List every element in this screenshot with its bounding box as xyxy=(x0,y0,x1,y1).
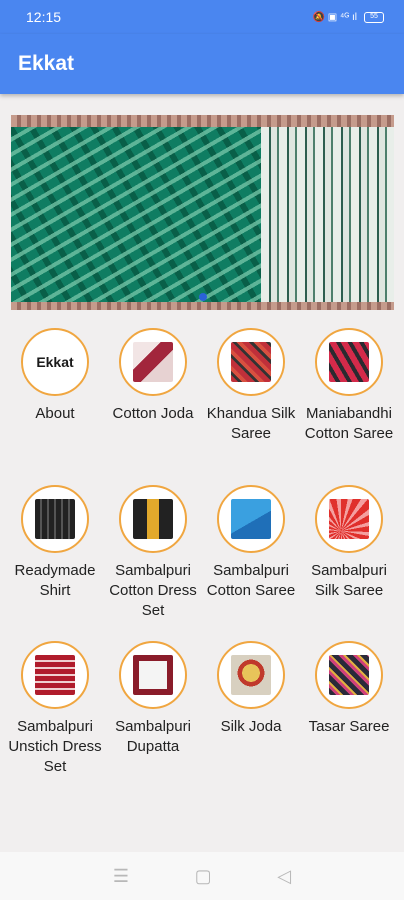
thumbnail-circle xyxy=(21,485,89,553)
signal-icons: 🔕 ▣ ⁴ᴳ ıl xyxy=(312,11,358,23)
category-sambalpuri-unstich-dress-set[interactable]: Sambalpuri Unstich Dress Set xyxy=(6,641,104,777)
category-label: Sambalpuri Cotton Saree xyxy=(206,562,296,599)
app-bar: Ekkat xyxy=(0,34,404,94)
banner-carousel[interactable] xyxy=(11,115,394,310)
category-label: Sambalpuri Cotton Dress Set xyxy=(109,562,197,619)
thumbnail-circle xyxy=(119,328,187,396)
dupatta-thumbnail xyxy=(133,655,173,695)
battery-icon: 55 xyxy=(364,11,384,23)
banner-border-top xyxy=(11,115,394,127)
category-cotton-joda[interactable]: Cotton Joda xyxy=(104,328,202,424)
category-label: Readymade Shirt xyxy=(14,562,96,599)
category-sambalpuri-silk-saree[interactable]: Sambalpuri Silk Saree xyxy=(300,485,398,601)
thumbnail-circle xyxy=(119,485,187,553)
status-bar: 12:15 🔕 ▣ ⁴ᴳ ıl 55 xyxy=(0,0,404,34)
category-label: Cotton Joda xyxy=(112,405,194,422)
thumbnail-circle xyxy=(217,641,285,709)
category-label: Sambalpuri Dupatta xyxy=(115,718,191,755)
back-button[interactable]: ◁ xyxy=(277,866,291,887)
cotton-saree-thumbnail xyxy=(231,499,271,539)
category-label: Silk Joda xyxy=(220,718,282,735)
category-sambalpuri-cotton-saree[interactable]: Sambalpuri Cotton Saree xyxy=(202,485,300,601)
category-label: Tasar Saree xyxy=(308,718,390,735)
category-khandua-silk-saree[interactable]: Khandua Silk Saree xyxy=(202,328,300,444)
tasar-saree-thumbnail xyxy=(329,655,369,695)
category-readymade-shirt[interactable]: Readymade Shirt xyxy=(6,485,104,601)
category-about[interactable]: Ekkat About xyxy=(6,328,104,424)
cotton-joda-thumbnail xyxy=(133,342,173,382)
category-silk-joda[interactable]: Silk Joda xyxy=(202,641,300,737)
thumbnail-circle xyxy=(315,485,383,553)
thumbnail-circle xyxy=(315,641,383,709)
about-logo-circle: Ekkat xyxy=(21,328,89,396)
category-sambalpuri-dupatta[interactable]: Sambalpuri Dupatta xyxy=(104,641,202,757)
ekkat-logo: Ekkat xyxy=(36,354,74,370)
banner-border-bottom xyxy=(11,302,394,310)
category-label: Maniabandhi Cotton Saree xyxy=(304,405,394,442)
status-time: 12:15 xyxy=(26,9,62,25)
banner-saree-green xyxy=(11,127,261,302)
dress-set-thumbnail xyxy=(133,499,173,539)
thumbnail-circle xyxy=(119,641,187,709)
home-button[interactable]: ▢ xyxy=(195,866,212,887)
category-label: Khandua Silk Saree xyxy=(206,405,296,442)
thumbnail-circle xyxy=(21,641,89,709)
khandua-saree-thumbnail xyxy=(231,342,271,382)
unstich-dress-thumbnail xyxy=(35,655,75,695)
silk-joda-thumbnail xyxy=(231,655,271,695)
status-icons: 🔕 ▣ ⁴ᴳ ıl 55 xyxy=(312,11,384,23)
thumbnail-circle xyxy=(217,328,285,396)
category-maniabandhi-cotton-saree[interactable]: Maniabandhi Cotton Saree xyxy=(300,328,398,444)
app-title: Ekkat xyxy=(18,52,75,75)
system-nav-bar: ☰ ▢ ◁ xyxy=(0,852,404,900)
recents-button[interactable]: ☰ xyxy=(113,866,129,887)
shirt-thumbnail xyxy=(35,499,75,539)
carousel-indicator-dot xyxy=(199,293,207,301)
category-label: Sambalpuri Silk Saree xyxy=(311,562,387,599)
category-sambalpuri-cotton-dress-set[interactable]: Sambalpuri Cotton Dress Set xyxy=(104,485,202,621)
category-label: Sambalpuri Unstich Dress Set xyxy=(8,718,102,775)
thumbnail-circle xyxy=(315,328,383,396)
thumbnail-circle xyxy=(217,485,285,553)
maniabandhi-saree-thumbnail xyxy=(329,342,369,382)
category-label: About xyxy=(35,405,75,422)
banner-saree-white xyxy=(261,127,394,302)
category-tasar-saree[interactable]: Tasar Saree xyxy=(300,641,398,737)
silk-saree-thumbnail xyxy=(329,499,369,539)
